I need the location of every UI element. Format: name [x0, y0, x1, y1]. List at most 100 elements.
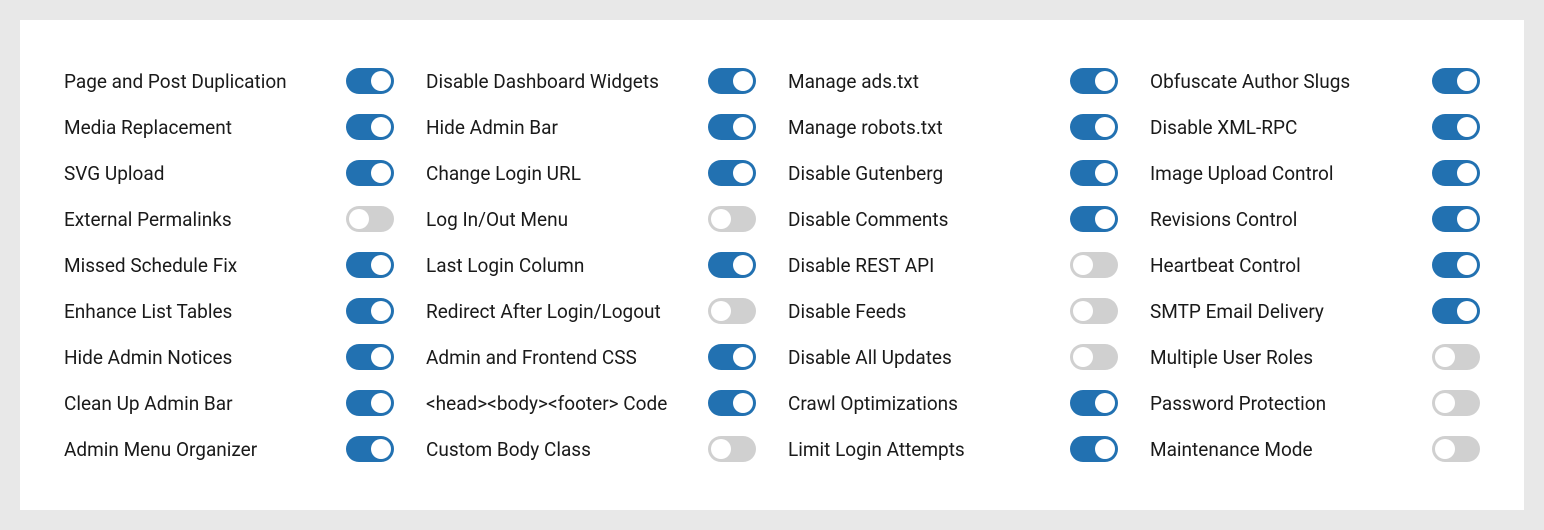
toggle-redirect-after-login-logout[interactable]	[708, 298, 756, 324]
setting-row: Revisions Control	[1150, 196, 1480, 242]
toggle-disable-all-updates[interactable]	[1070, 344, 1118, 370]
toggle-external-permalinks[interactable]	[346, 206, 394, 232]
setting-row: Limit Login Attempts	[788, 426, 1118, 472]
setting-row: Disable Comments	[788, 196, 1118, 242]
setting-label: Disable Gutenberg	[788, 162, 943, 185]
setting-row: Page and Post Duplication	[64, 58, 394, 104]
setting-row: Manage robots.txt	[788, 104, 1118, 150]
toggle-obfuscate-author-slugs[interactable]	[1432, 68, 1480, 94]
setting-row: Redirect After Login/Logout	[426, 288, 756, 334]
setting-row: SVG Upload	[64, 150, 394, 196]
setting-row: Admin Menu Organizer	[64, 426, 394, 472]
setting-label: Maintenance Mode	[1150, 438, 1313, 461]
setting-label: Manage ads.txt	[788, 70, 919, 93]
setting-label: <head><body><footer> Code	[426, 392, 667, 415]
setting-row: Disable Gutenberg	[788, 150, 1118, 196]
setting-row: SMTP Email Delivery	[1150, 288, 1480, 334]
setting-label: Custom Body Class	[426, 438, 591, 461]
setting-row: Admin and Frontend CSS	[426, 334, 756, 380]
setting-row: Last Login Column	[426, 242, 756, 288]
setting-label: Disable All Updates	[788, 346, 952, 369]
toggle-last-login-column[interactable]	[708, 252, 756, 278]
setting-label: Revisions Control	[1150, 208, 1297, 231]
setting-label: Manage robots.txt	[788, 116, 943, 139]
toggle-maintenance-mode[interactable]	[1432, 436, 1480, 462]
toggle-manage-ads-txt[interactable]	[1070, 68, 1118, 94]
toggle-password-protection[interactable]	[1432, 390, 1480, 416]
setting-label: Disable XML-RPC	[1150, 116, 1297, 139]
setting-label: Multiple User Roles	[1150, 346, 1313, 369]
setting-row: Disable Feeds	[788, 288, 1118, 334]
setting-row: Custom Body Class	[426, 426, 756, 472]
setting-row: Manage ads.txt	[788, 58, 1118, 104]
toggle-media-replacement[interactable]	[346, 114, 394, 140]
toggle-crawl-optimizations[interactable]	[1070, 390, 1118, 416]
toggle-change-login-url[interactable]	[708, 160, 756, 186]
toggle-image-upload-control[interactable]	[1432, 160, 1480, 186]
setting-label: Disable Dashboard Widgets	[426, 70, 659, 93]
setting-label: Admin Menu Organizer	[64, 438, 257, 461]
toggle-multiple-user-roles[interactable]	[1432, 344, 1480, 370]
setting-row: Log In/Out Menu	[426, 196, 756, 242]
toggle-disable-dashboard-widgets[interactable]	[708, 68, 756, 94]
setting-row: Missed Schedule Fix	[64, 242, 394, 288]
toggle-clean-up-admin-bar[interactable]	[346, 390, 394, 416]
setting-row: Enhance List Tables	[64, 288, 394, 334]
toggle-head-body-footer-code[interactable]	[708, 390, 756, 416]
setting-row: Media Replacement	[64, 104, 394, 150]
settings-grid: Page and Post Duplication Disable Dashbo…	[64, 58, 1480, 472]
settings-panel: Page and Post Duplication Disable Dashbo…	[20, 20, 1524, 510]
setting-row: Password Protection	[1150, 380, 1480, 426]
setting-label: Hide Admin Notices	[64, 346, 232, 369]
toggle-admin-menu-organizer[interactable]	[346, 436, 394, 462]
toggle-disable-rest-api[interactable]	[1070, 252, 1118, 278]
toggle-disable-xml-rpc[interactable]	[1432, 114, 1480, 140]
toggle-page-and-post-duplication[interactable]	[346, 68, 394, 94]
setting-row: Disable REST API	[788, 242, 1118, 288]
toggle-disable-comments[interactable]	[1070, 206, 1118, 232]
setting-row: Disable Dashboard Widgets	[426, 58, 756, 104]
setting-label: External Permalinks	[64, 208, 232, 231]
setting-row: Crawl Optimizations	[788, 380, 1118, 426]
setting-row: External Permalinks	[64, 196, 394, 242]
toggle-svg-upload[interactable]	[346, 160, 394, 186]
setting-row: Multiple User Roles	[1150, 334, 1480, 380]
setting-row: <head><body><footer> Code	[426, 380, 756, 426]
toggle-smtp-email-delivery[interactable]	[1432, 298, 1480, 324]
setting-label: Enhance List Tables	[64, 300, 232, 323]
toggle-hide-admin-notices[interactable]	[346, 344, 394, 370]
setting-label: Password Protection	[1150, 392, 1326, 415]
setting-label: Clean Up Admin Bar	[64, 392, 233, 415]
setting-row: Image Upload Control	[1150, 150, 1480, 196]
setting-label: Disable REST API	[788, 254, 934, 277]
toggle-heartbeat-control[interactable]	[1432, 252, 1480, 278]
setting-row: Obfuscate Author Slugs	[1150, 58, 1480, 104]
toggle-missed-schedule-fix[interactable]	[346, 252, 394, 278]
toggle-limit-login-attempts[interactable]	[1070, 436, 1118, 462]
setting-label: Disable Comments	[788, 208, 948, 231]
setting-row: Clean Up Admin Bar	[64, 380, 394, 426]
toggle-disable-feeds[interactable]	[1070, 298, 1118, 324]
setting-label: Missed Schedule Fix	[64, 254, 237, 277]
setting-row: Change Login URL	[426, 150, 756, 196]
toggle-disable-gutenberg[interactable]	[1070, 160, 1118, 186]
toggle-enhance-list-tables[interactable]	[346, 298, 394, 324]
setting-label: Last Login Column	[426, 254, 584, 277]
setting-row: Disable All Updates	[788, 334, 1118, 380]
toggle-manage-robots-txt[interactable]	[1070, 114, 1118, 140]
setting-label: Disable Feeds	[788, 300, 906, 323]
toggle-custom-body-class[interactable]	[708, 436, 756, 462]
setting-label: Page and Post Duplication	[64, 70, 287, 93]
toggle-hide-admin-bar[interactable]	[708, 114, 756, 140]
setting-row: Maintenance Mode	[1150, 426, 1480, 472]
toggle-admin-and-frontend-css[interactable]	[708, 344, 756, 370]
setting-label: Hide Admin Bar	[426, 116, 558, 139]
setting-label: Admin and Frontend CSS	[426, 346, 637, 369]
setting-row: Hide Admin Notices	[64, 334, 394, 380]
toggle-revisions-control[interactable]	[1432, 206, 1480, 232]
setting-label: SVG Upload	[64, 162, 164, 185]
setting-row: Disable XML-RPC	[1150, 104, 1480, 150]
setting-label: Obfuscate Author Slugs	[1150, 70, 1350, 93]
toggle-log-in-out-menu[interactable]	[708, 206, 756, 232]
setting-label: Crawl Optimizations	[788, 392, 958, 415]
